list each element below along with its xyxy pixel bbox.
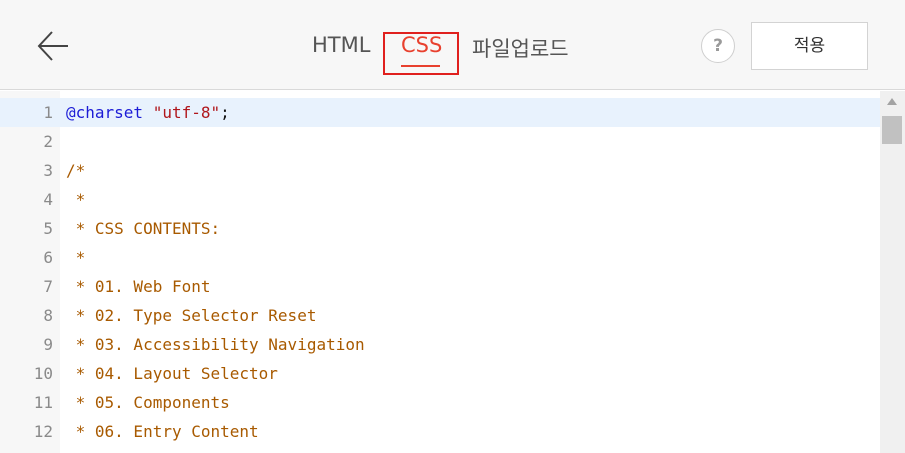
line-number: 11	[33, 393, 53, 412]
line-code: * CSS CONTENTS:	[66, 214, 221, 243]
editor-toolbar: HTML CSS 파일업로드 ? 적용	[0, 0, 905, 90]
code-line[interactable]: 11 * 05. Components	[0, 388, 880, 417]
code-line[interactable]: 9 * 03. Accessibility Navigation	[0, 330, 880, 359]
line-number: 8	[43, 306, 53, 325]
line-number: 9	[43, 335, 53, 354]
code-editor[interactable]: 1 @charset "utf-8"; 2 3/* 4 * 5 * CSS CONTENT…	[0, 91, 905, 453]
tab-file-upload[interactable]: 파일업로드	[472, 33, 569, 63]
line-number: 2	[43, 132, 53, 151]
code-token: * 02. Type Selector Reset	[66, 306, 317, 325]
apply-button[interactable]: 적용	[751, 22, 868, 70]
code-token: * 03. Accessibility Navigation	[66, 335, 365, 354]
code-line[interactable]: 6 *	[0, 243, 880, 272]
line-number: 12	[33, 422, 53, 441]
code-line[interactable]: 4 *	[0, 185, 880, 214]
line-code: * 06. Entry Content	[66, 417, 259, 446]
code-token: "utf-8"	[152, 103, 221, 122]
code-line[interactable]: 1 @charset "utf-8";	[0, 98, 880, 127]
line-number: 7	[43, 277, 53, 296]
line-code: * 05. Components	[66, 388, 230, 417]
code-token: * CSS CONTENTS:	[66, 219, 221, 238]
code-token: @charset	[66, 103, 144, 122]
help-button[interactable]: ?	[701, 29, 735, 63]
code-line[interactable]: 10 * 04. Layout Selector	[0, 359, 880, 388]
code-line[interactable]: 3 /*	[0, 156, 880, 185]
code-token: *	[66, 190, 86, 209]
line-code: @charset "utf-8";	[66, 98, 230, 127]
tab-css[interactable]: CSS	[401, 33, 442, 57]
line-code: *	[66, 243, 86, 272]
line-number: 1	[43, 103, 53, 122]
code-line[interactable]: 8 * 02. Type Selector Reset	[0, 301, 880, 330]
line-number: 6	[43, 248, 53, 267]
line-code: * 04. Layout Selector	[66, 359, 278, 388]
code-token: * 04. Layout Selector	[66, 364, 278, 383]
code-token: * 01. Web Font	[66, 277, 211, 296]
active-tab-indicator	[401, 65, 440, 67]
line-code: * 02. Type Selector Reset	[66, 301, 317, 330]
scroll-up-arrow-icon[interactable]	[887, 98, 897, 105]
code-token: * 05. Components	[66, 393, 230, 412]
line-code: /*	[66, 156, 85, 185]
code-line[interactable]: 7 * 01. Web Font	[0, 272, 880, 301]
line-number: 10	[33, 364, 53, 383]
line-code: *	[66, 185, 86, 214]
code-area[interactable]: 1 @charset "utf-8"; 2 3/* 4 * 5 * CSS CONTENT…	[0, 98, 880, 446]
code-token: /*	[66, 161, 86, 180]
scrollbar-thumb[interactable]	[882, 116, 902, 144]
code-token: * 06. Entry Content	[66, 422, 259, 441]
code-token: *	[66, 248, 86, 267]
line-code: * 03. Accessibility Navigation	[66, 330, 365, 359]
code-line[interactable]: 5 * CSS CONTENTS:	[0, 214, 880, 243]
code-line[interactable]: 2	[0, 127, 880, 156]
vertical-scrollbar[interactable]	[880, 91, 905, 453]
code-line[interactable]: 12 * 06. Entry Content	[0, 417, 880, 446]
line-number: 3	[43, 161, 53, 180]
line-number: 5	[43, 219, 53, 238]
line-number: 4	[43, 190, 53, 209]
code-token: ;	[220, 103, 230, 122]
line-code: * 01. Web Font	[66, 272, 211, 301]
tab-html[interactable]: HTML	[312, 33, 370, 57]
